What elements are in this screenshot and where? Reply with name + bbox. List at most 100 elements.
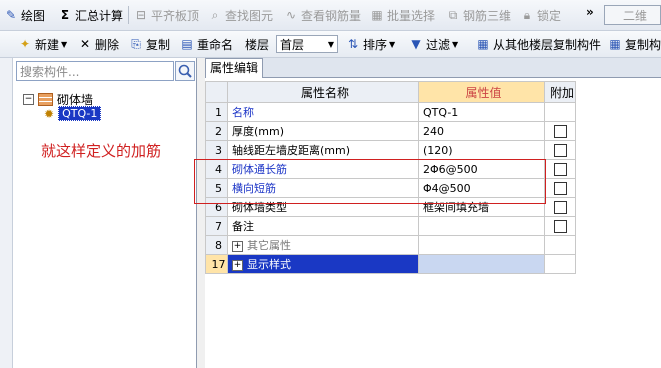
table-row[interactable]: 3 轴线距左墙皮距离(mm) (120) <box>205 140 576 160</box>
extra-checkbox[interactable] <box>553 143 567 157</box>
extra-cell <box>544 102 576 122</box>
tree-node-qtq-1[interactable]: ✹ QTQ-1 <box>44 106 102 121</box>
property-value[interactable] <box>418 216 545 236</box>
extra-cell <box>544 197 576 217</box>
row-number-header <box>205 81 228 103</box>
filter-button[interactable]: ▼ 过滤 ▼ <box>409 33 458 55</box>
align-slab-top-button[interactable]: ⊟ 平齐板顶 <box>134 4 199 26</box>
chevron-down-icon: ▼ <box>327 39 334 49</box>
property-value[interactable]: 240 <box>418 121 545 141</box>
property-value <box>418 254 545 274</box>
property-name-header: 属性名称 <box>227 81 419 103</box>
copy-button[interactable]: ⎘ 复制 <box>129 33 170 55</box>
new-icon: ✦ <box>19 37 31 51</box>
extra-checkbox[interactable] <box>553 181 567 195</box>
extra-checkbox[interactable] <box>553 162 567 176</box>
row-number: 1 <box>205 102 228 122</box>
align-icon: ⊟ <box>135 8 147 22</box>
header-row: 属性名称 属性值 附加 <box>205 81 576 103</box>
search-input[interactable]: 搜索构件... <box>16 61 174 81</box>
summary-calc-button[interactable]: Σ 汇总计算 <box>58 4 123 26</box>
tab-property-edit[interactable]: 属性编辑 <box>205 58 264 78</box>
property-group-name: + 显示样式 <box>227 254 419 274</box>
draw-icon: ✎ <box>5 8 17 22</box>
extra-cell <box>544 121 576 141</box>
extra-cell <box>544 178 576 198</box>
rebar-icon: ∿ <box>285 8 297 22</box>
property-name: 轴线距左墙皮距离(mm) <box>227 140 419 160</box>
delete-button[interactable]: ✕ 删除 <box>78 33 119 55</box>
property-name: 厚度(mm) <box>227 121 419 141</box>
table-row[interactable]: 7 备注 <box>205 216 576 236</box>
wall-icon <box>38 93 53 106</box>
property-value[interactable]: (120) <box>418 140 545 160</box>
batch-select-icon: ▦ <box>371 8 383 22</box>
floor-label: 楼层 <box>245 37 270 52</box>
filter-icon: ▼ <box>411 37 421 51</box>
highlight-box <box>194 159 546 204</box>
search-icon: ⌕ <box>211 8 219 22</box>
lock-icon: 🔒︎ <box>523 8 531 22</box>
copy-component-button[interactable]: ▦ 复制构 <box>608 33 661 55</box>
rebar-3d-button[interactable]: ⧉ 钢筋三维 <box>446 4 511 26</box>
chevron-down-icon: ▼ <box>452 39 459 49</box>
3d-icon: ⧉ <box>448 8 458 22</box>
extra-header: 附加 <box>544 81 576 103</box>
extra-cell <box>544 159 576 179</box>
extra-cell <box>544 140 576 160</box>
property-grid: 属性名称 属性值 附加 1 名称 QTQ-1 2 厚度(mm) 240 3 轴线… <box>205 78 661 368</box>
property-name: 名称 <box>227 102 419 122</box>
extra-cell <box>544 235 576 255</box>
new-component-button[interactable]: ✦ 新建 ▼ <box>18 33 67 55</box>
annotation-text: 就这样定义的加筋 <box>41 142 162 160</box>
expand-icon[interactable]: + <box>232 240 243 252</box>
search-button[interactable] <box>175 61 195 81</box>
tab-bar: 属性编辑 <box>205 58 661 78</box>
chevron-down-icon: ▼ <box>389 39 396 49</box>
find-element-button[interactable]: ⌕ 查找图元 <box>208 4 273 26</box>
main-toolbar: ✎ 绘图 Σ 汇总计算 ⊟ 平齐板顶 ⌕ 查找图元 ∿ 查看钢筋量 ▦ 批量选择… <box>0 0 661 31</box>
extra-checkbox[interactable] <box>553 124 567 138</box>
table-row-group-selected[interactable]: 17 + 显示样式 <box>205 254 576 274</box>
toolbar-overflow-chevron-icon[interactable]: » <box>586 1 594 23</box>
delete-icon: ✕ <box>79 37 91 51</box>
property-value <box>418 235 545 255</box>
splitter[interactable] <box>197 58 205 368</box>
extra-checkbox[interactable] <box>553 200 567 214</box>
view-rebar-qty-button[interactable]: ∿ 查看钢筋量 <box>284 4 361 26</box>
table-row[interactable]: 1 名称 QTQ-1 <box>205 102 576 122</box>
batch-select-button[interactable]: ▦ 批量选择 <box>370 4 435 26</box>
component-list-panel: 搜索构件... − 砌体墙 ✹ QTQ-1 <box>13 58 197 368</box>
table-row-group[interactable]: 8 + 其它属性 <box>205 235 576 255</box>
collapse-icon[interactable]: − <box>23 94 34 105</box>
extra-cell <box>544 216 576 236</box>
lock-button[interactable]: 🔒︎ 锁定 <box>520 4 561 26</box>
rename-button[interactable]: ▤ 重命名 <box>180 33 233 55</box>
table-row[interactable]: 2 厚度(mm) 240 <box>205 121 576 141</box>
row-number: 17 <box>205 254 228 274</box>
property-value-header: 属性值 <box>418 81 545 103</box>
sort-button[interactable]: ⇅ 排序 ▼ <box>346 33 395 55</box>
dock-strip <box>0 58 13 368</box>
sort-icon: ⇅ <box>347 37 359 51</box>
chevron-down-icon: ▼ <box>61 39 68 49</box>
component-toolbar: ✦ 新建 ▼ ✕ 删除 ⎘ 复制 ▤ 重命名 楼层 首层 ▼ ⇅ 排序 ▼ ▼ … <box>0 31 661 58</box>
row-number: 7 <box>205 216 228 236</box>
search-icon <box>178 64 192 78</box>
draw-button[interactable]: ✎ 绘图 <box>4 4 45 26</box>
extra-cell <box>544 254 576 274</box>
toolbar-separator <box>128 6 129 24</box>
expand-icon[interactable]: + <box>232 259 243 271</box>
sigma-icon: Σ <box>60 8 70 22</box>
property-value[interactable]: QTQ-1 <box>418 102 545 122</box>
copy-floor-icon: ▦ <box>477 37 489 51</box>
property-name: 备注 <box>227 216 419 236</box>
floor-select[interactable]: 首层 ▼ <box>276 35 338 53</box>
property-group-name: + 其它属性 <box>227 235 419 255</box>
row-number: 2 <box>205 121 228 141</box>
gear-icon: ✹ <box>44 106 55 121</box>
copy-from-other-floor-button[interactable]: ▦ 从其他楼层复制构件 <box>476 33 601 55</box>
view-mode-select[interactable]: 二维 <box>604 5 661 25</box>
row-number: 8 <box>205 235 228 255</box>
extra-checkbox[interactable] <box>553 219 567 233</box>
